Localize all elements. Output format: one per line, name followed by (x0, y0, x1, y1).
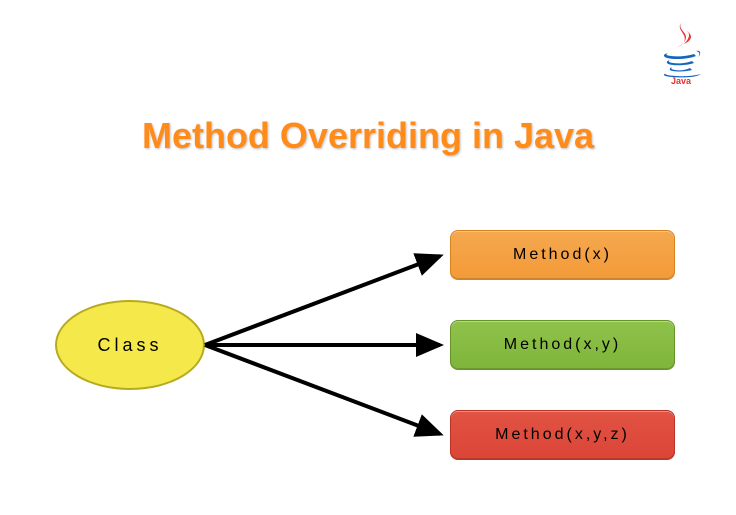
method-box-1-label: Method(x) (513, 246, 612, 264)
page-title: Method Overriding in Java (0, 115, 736, 157)
class-node-label: Class (97, 335, 162, 356)
method-box-3: Method(x,y,z) (450, 410, 675, 460)
method-box-2-label: Method(x,y) (504, 336, 621, 354)
svg-text:Java: Java (671, 76, 692, 85)
class-node: Class (55, 300, 205, 390)
method-box-3-label: Method(x,y,z) (495, 426, 630, 444)
arrow-to-method-1 (205, 256, 440, 345)
arrow-to-method-3 (205, 345, 440, 434)
java-logo: Java (656, 20, 706, 85)
method-box-1: Method(x) (450, 230, 675, 280)
method-box-2: Method(x,y) (450, 320, 675, 370)
